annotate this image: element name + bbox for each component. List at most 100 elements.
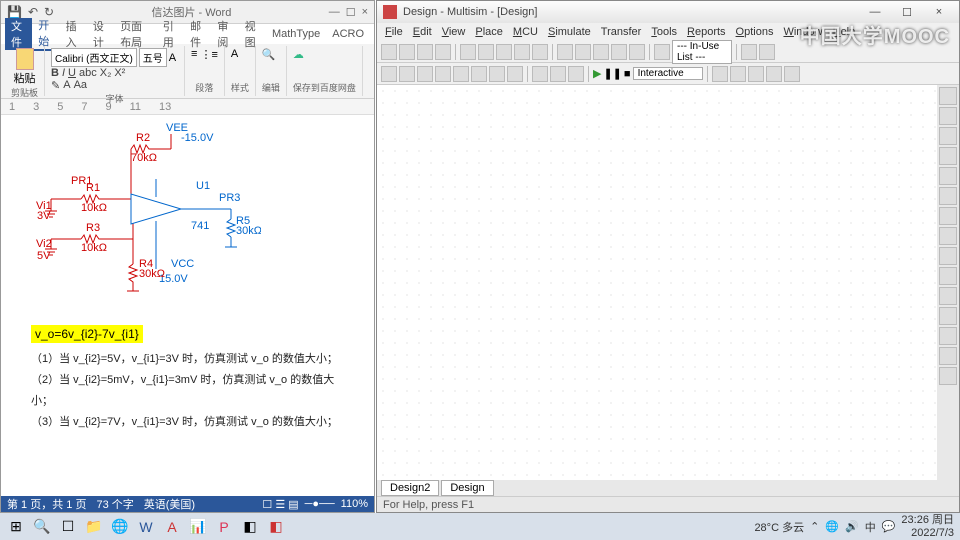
network-icon[interactable]: 🌐: [825, 520, 839, 533]
baidu-icon[interactable]: ☁: [293, 48, 356, 61]
instrument-icon[interactable]: [939, 227, 957, 245]
instrument-icon[interactable]: [939, 147, 957, 165]
tool-icon[interactable]: [784, 66, 800, 82]
instrument-icon[interactable]: [939, 187, 957, 205]
edge-icon[interactable]: 🌐: [110, 517, 130, 537]
highlight-icon[interactable]: ✎: [51, 79, 60, 92]
menu-options[interactable]: Options: [732, 26, 778, 38]
notification-icon[interactable]: 💬: [882, 520, 896, 533]
msim-minimize-button[interactable]: —: [861, 6, 889, 19]
font-name-select[interactable]: Calibri (西文正文): [51, 48, 137, 67]
app-icon[interactable]: 📊: [188, 517, 208, 537]
instrument-icon[interactable]: [939, 347, 957, 365]
multisim-canvas[interactable]: [377, 85, 937, 480]
component-icon[interactable]: [575, 44, 591, 60]
component-icon[interactable]: [629, 44, 645, 60]
search-icon[interactable]: 🔍: [32, 517, 52, 537]
menu-reports[interactable]: Reports: [683, 26, 730, 38]
instrument-icon[interactable]: [939, 207, 957, 225]
pdf-icon[interactable]: A: [162, 517, 182, 537]
font-color-icon[interactable]: A: [63, 79, 70, 92]
instrument-icon[interactable]: [939, 247, 957, 265]
tray-chevron-icon[interactable]: ⌃: [810, 520, 819, 533]
copy-icon[interactable]: [478, 44, 494, 60]
tab-mathtype[interactable]: MathType: [266, 28, 326, 40]
explorer-icon[interactable]: 📁: [84, 517, 104, 537]
save-icon[interactable]: [417, 44, 433, 60]
sim-icon[interactable]: [435, 66, 451, 82]
component-icon[interactable]: [611, 44, 627, 60]
app-icon[interactable]: ◧: [266, 517, 286, 537]
sim-icon[interactable]: [507, 66, 523, 82]
instrument-icon[interactable]: [939, 327, 957, 345]
zoom-level[interactable]: 110%: [341, 498, 368, 510]
minimize-button[interactable]: —: [329, 6, 340, 19]
clear-format-icon[interactable]: Aa: [74, 79, 87, 92]
pause-button[interactable]: ❚❚: [603, 67, 621, 80]
inuse-list-select[interactable]: --- In-Use List ---: [672, 40, 732, 64]
tool-icon[interactable]: [748, 66, 764, 82]
italic-button[interactable]: I: [62, 67, 65, 79]
instrument-icon[interactable]: [939, 87, 957, 105]
sup-button[interactable]: X²: [114, 67, 125, 79]
stop-button[interactable]: ■: [624, 68, 631, 80]
close-button[interactable]: ×: [362, 6, 368, 19]
ruler[interactable]: 135791113: [1, 99, 374, 115]
instrument-icon[interactable]: [939, 367, 957, 385]
msim-maximize-button[interactable]: ☐: [893, 6, 921, 19]
find-icon[interactable]: 🔍: [262, 48, 280, 61]
task-view-icon[interactable]: ☐: [58, 517, 78, 537]
menu-edit[interactable]: Edit: [409, 26, 436, 38]
tab-acro[interactable]: ACRO: [326, 28, 370, 40]
paste-icon[interactable]: [16, 48, 34, 70]
word-count[interactable]: 73 个字: [96, 496, 133, 512]
sim-icon[interactable]: [550, 66, 566, 82]
bulb-icon[interactable]: [759, 44, 775, 60]
align-icon[interactable]: ≡: [191, 48, 197, 61]
page-status[interactable]: 第 1 页，共 1 页: [7, 496, 86, 512]
sim-icon[interactable]: [417, 66, 433, 82]
menu-file[interactable]: File: [381, 26, 407, 38]
undo-icon[interactable]: [514, 44, 530, 60]
tool-icon[interactable]: [730, 66, 746, 82]
new-icon[interactable]: [381, 44, 397, 60]
maximize-button[interactable]: ☐: [346, 6, 356, 19]
instrument-icon[interactable]: [939, 267, 957, 285]
redo-icon[interactable]: [532, 44, 548, 60]
component-icon[interactable]: [593, 44, 609, 60]
sim-icon[interactable]: [489, 66, 505, 82]
interactive-select[interactable]: Interactive: [633, 67, 703, 80]
start-button[interactable]: ⊞: [6, 517, 26, 537]
tool-icon[interactable]: [712, 66, 728, 82]
menu-simulate[interactable]: Simulate: [544, 26, 595, 38]
open-icon[interactable]: [399, 44, 415, 60]
weather-widget[interactable]: 28°C 多云: [754, 519, 804, 535]
font-size-select[interactable]: 五号: [139, 48, 167, 67]
multisim-taskbar-icon[interactable]: ◧: [240, 517, 260, 537]
clock[interactable]: 23:26 周日 2022/7/3: [901, 514, 954, 538]
paste-icon[interactable]: [496, 44, 512, 60]
msim-close-button[interactable]: ×: [925, 6, 953, 19]
run-button[interactable]: ▶: [593, 67, 601, 80]
sim-icon[interactable]: [399, 66, 415, 82]
sim-icon[interactable]: [532, 66, 548, 82]
component-icon[interactable]: [557, 44, 573, 60]
menu-transfer[interactable]: Transfer: [597, 26, 646, 38]
view-icons[interactable]: ☐ ☰ ▤: [262, 498, 298, 511]
print-icon[interactable]: [435, 44, 451, 60]
tab-design2[interactable]: Design2: [381, 480, 439, 496]
sim-icon[interactable]: [381, 66, 397, 82]
sim-icon[interactable]: [453, 66, 469, 82]
instrument-icon[interactable]: [939, 287, 957, 305]
menu-tools[interactable]: Tools: [647, 26, 681, 38]
menu-view[interactable]: View: [438, 26, 470, 38]
sim-icon[interactable]: [568, 66, 584, 82]
list-icon[interactable]: ⋮≡: [200, 48, 217, 61]
zoom-slider[interactable]: ─●──: [305, 498, 335, 510]
lang-status[interactable]: 英语(美国): [144, 496, 195, 512]
menu-place[interactable]: Place: [471, 26, 507, 38]
document-area[interactable]: VEE -15.0V U1 741 R5 30kΩ VCC 15.0V PR3 …: [1, 115, 374, 496]
ime-indicator[interactable]: 中: [865, 519, 876, 535]
underline-button[interactable]: U: [68, 67, 76, 79]
save-icon[interactable]: 💾: [7, 5, 22, 19]
